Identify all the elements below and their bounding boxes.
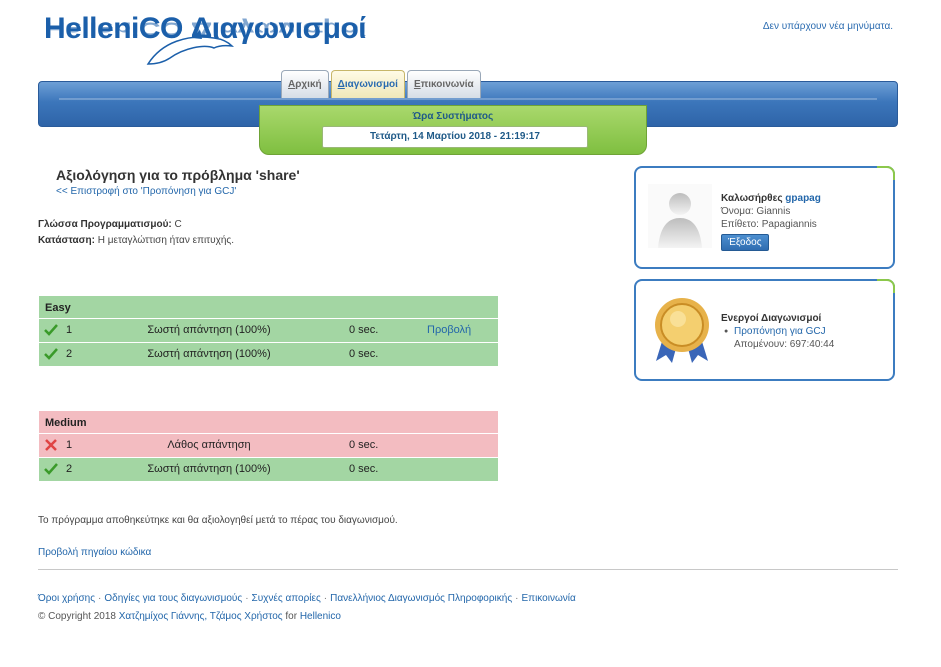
check-icon [44, 463, 58, 475]
check-icon [44, 348, 58, 360]
table-row: 2 Σωστή απάντηση (100%) 0 sec. [38, 343, 499, 367]
test-number: 2 [66, 463, 73, 475]
footer-links: Όροι χρήσης · Οδηγίες για τους διαγωνισμού… [38, 593, 576, 604]
copyright: © Copyright 2018 Χατζημίχος Γιάννης, Τζά… [38, 611, 341, 622]
test-result: Σωστή απάντηση (100%) [147, 463, 271, 475]
test-time: 0 sec. [349, 463, 379, 475]
back-link[interactable]: << Επιστροφή στο 'Προπόνηση για GCJ' [56, 186, 236, 197]
dolphin-icon [146, 30, 234, 65]
medal-icon [655, 298, 709, 363]
nav-tabs: Αρχική Διαγωνισμοί Επικοινωνία [281, 70, 481, 98]
footer-link-contact[interactable]: Επικοινωνία [522, 593, 576, 604]
tab-contact[interactable]: Επικοινωνία [406, 70, 481, 98]
test-result: Σωστή απάντηση (100%) [147, 324, 271, 336]
test-time: 0 sec. [349, 324, 379, 336]
nav-divider [59, 98, 877, 100]
view-source-link[interactable]: Προβολή πηγαίου κώδικα [38, 547, 151, 558]
tab-home[interactable]: Αρχική [281, 70, 329, 98]
test-time: 0 sec. [349, 439, 379, 451]
table-row: 2 Σωστή απάντηση (100%) 0 sec. [38, 458, 499, 482]
footer-link-guide[interactable]: Οδηγίες για τους διαγωνισμούς [104, 593, 242, 604]
active-contests-title: Ενεργοί Διαγωνισμοί [721, 313, 822, 324]
language-info: Γλώσσα Προγραμματισμού: C [38, 219, 182, 230]
footer-divider [38, 569, 898, 570]
test-number: 1 [66, 439, 73, 451]
group-header: Easy [38, 295, 499, 319]
clock-title: Ώρα Συστήματος [412, 111, 494, 122]
footer-link-faq[interactable]: Συχνές απορίες [252, 593, 321, 604]
clock-value: Τετάρτη, 14 Μαρτίου 2018 - 21:19:17 [322, 126, 588, 148]
table-row: 1 Σωστή απάντηση (100%) 0 sec. Προβολή [38, 319, 499, 343]
group-header: Medium [38, 410, 499, 434]
testgroup-easy: Easy 1 Σωστή απάντηση (100%) 0 sec. Προβ… [38, 295, 499, 367]
status-info: Κατάσταση: Η μεταγλώττιση ήταν επιτυχής. [38, 235, 234, 246]
status-label: Κατάσταση: [38, 235, 95, 246]
test-number: 1 [66, 324, 73, 336]
last-name: Papagiannis [761, 219, 817, 230]
system-clock: Ώρα Συστήματος Τετάρτη, 14 Μαρτίου 2018 … [259, 105, 647, 155]
authors-link[interactable]: Χατζημίχος Γιάννης, Τζάμος Χρήστος [119, 611, 283, 622]
first-name: Giannis [756, 206, 791, 217]
status-value: Η μεταγλώττιση ήταν επιτυχής. [97, 235, 235, 246]
test-result: Σωστή απάντηση (100%) [147, 348, 271, 360]
page-title: Αξιολόγηση για το πρόβλημα 'share' [56, 167, 300, 183]
username-link[interactable]: gpapag [785, 193, 821, 204]
test-result: Λάθος απάντηση [167, 439, 251, 451]
footer-link-pdp[interactable]: Πανελλήνιος Διαγωνισμός Πληροφορικής [330, 593, 512, 604]
table-row: 1 Λάθος απάντηση 0 sec. [38, 434, 499, 458]
site-logo[interactable]: HelleniCO Διαγωνισμοί HelleniCO Διαγωνισ… [44, 12, 424, 68]
logout-button[interactable]: Έξοδος [721, 234, 769, 251]
cross-icon [45, 439, 57, 451]
user-box: Καλωσήρθες gpapag Όνομα: Giannis Επίθετο… [634, 166, 895, 269]
user-info: Καλωσήρθες gpapag Όνομα: Giannis Επίθετο… [721, 192, 821, 251]
language-value: C [174, 219, 182, 230]
test-number: 2 [66, 348, 73, 360]
org-link[interactable]: Hellenico [300, 611, 341, 622]
avatar-icon [648, 184, 712, 248]
messages-status[interactable]: Δεν υπάρχουν νέα μηνύματα. [763, 21, 893, 32]
language-label: Γλώσσα Προγραμματισμού: [38, 219, 172, 230]
check-icon [44, 324, 58, 336]
contest-remaining: Απομένουν: 697:40:44 [734, 339, 835, 350]
tab-contests[interactable]: Διαγωνισμοί [330, 70, 405, 98]
active-contests: Ενεργοί Διαγωνισμοί Προπόνηση για GCJ Απ… [721, 312, 834, 351]
view-link[interactable]: Προβολή [427, 324, 471, 336]
footer-link-terms[interactable]: Όροι χρήσης [38, 593, 95, 604]
active-contests-box: Ενεργοί Διαγωνισμοί Προπόνηση για GCJ Απ… [634, 279, 895, 381]
testgroup-medium: Medium 1 Λάθος απάντηση 0 sec. 2 Σωστή α… [38, 410, 499, 482]
submission-note: Το πρόγραμμα αποθηκεύτηκε και θα αξιολογ… [38, 515, 398, 526]
test-time: 0 sec. [349, 348, 379, 360]
contest-link[interactable]: Προπόνηση για GCJ [734, 326, 826, 337]
